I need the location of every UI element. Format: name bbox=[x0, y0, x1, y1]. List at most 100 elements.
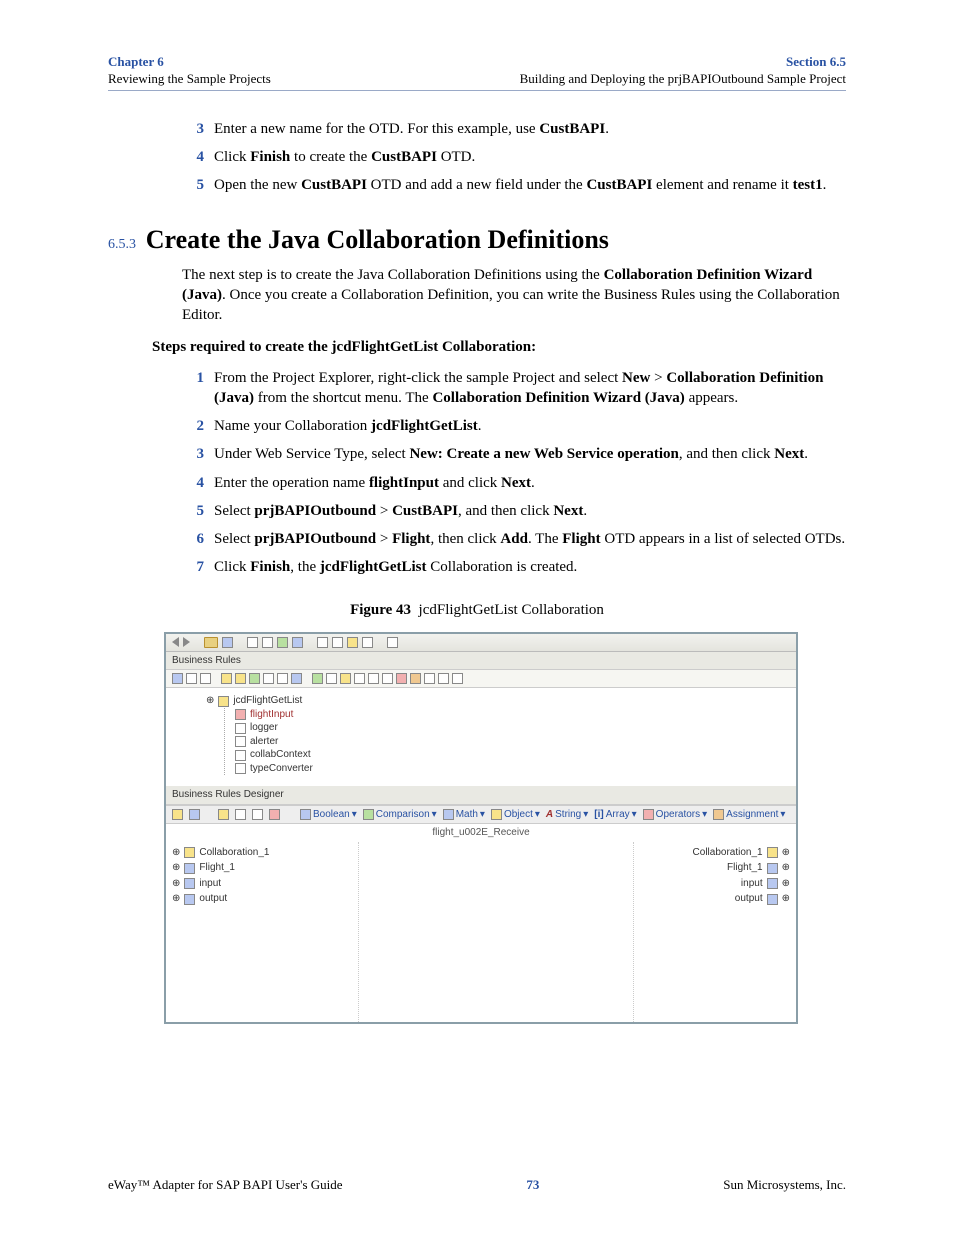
toolbar-icon[interactable] bbox=[247, 637, 258, 648]
designer-canvas[interactable] bbox=[358, 842, 634, 1022]
toolbar-icon[interactable] bbox=[186, 673, 197, 684]
expand-icon[interactable]: ⊕ bbox=[782, 877, 790, 891]
mapper-node[interactable]: ⊕ input bbox=[172, 877, 352, 891]
toolbar-icon[interactable] bbox=[249, 673, 260, 684]
mapper-node-label: Flight_1 bbox=[199, 861, 235, 875]
gear-icon bbox=[767, 847, 778, 858]
toolbar-icon[interactable] bbox=[235, 809, 246, 820]
toolbar-icon[interactable] bbox=[262, 637, 273, 648]
rules-tree: ⊕jcdFlightGetList flightInput logger ale… bbox=[166, 688, 796, 786]
tree-node[interactable]: logger bbox=[235, 721, 784, 735]
toolbar-icon[interactable] bbox=[340, 673, 351, 684]
toolbar-icon[interactable] bbox=[354, 673, 365, 684]
section-title: Create the Java Collaboration Definition… bbox=[146, 225, 609, 254]
mapper-node[interactable]: Collaboration_1⊕ bbox=[640, 846, 790, 860]
operators-icon bbox=[643, 809, 654, 820]
tree-node-label: flightInput bbox=[250, 708, 293, 722]
expand-icon[interactable]: ⊕ bbox=[172, 861, 180, 875]
open-icon[interactable] bbox=[204, 637, 218, 648]
toolbar-icon[interactable] bbox=[326, 673, 337, 684]
list-item: 1 From the Project Explorer, right-click… bbox=[182, 368, 846, 409]
expand-icon[interactable]: ⊕ bbox=[782, 846, 790, 860]
menu-string[interactable]: AString ▾ bbox=[546, 808, 588, 822]
menu-object[interactable]: Object ▾ bbox=[491, 808, 540, 822]
magnifier-icon[interactable] bbox=[200, 673, 211, 684]
mapper-node-label: input bbox=[199, 877, 221, 891]
toolbar-icon[interactable] bbox=[438, 673, 449, 684]
editor-toolbar bbox=[166, 634, 796, 652]
math-icon bbox=[443, 809, 454, 820]
list-item: 5 Open the new CustBAPI OTD and add a ne… bbox=[182, 175, 846, 195]
warning-icon[interactable] bbox=[410, 673, 421, 684]
toolbar-icon[interactable] bbox=[382, 673, 393, 684]
expand-icon[interactable]: ⊕ bbox=[172, 877, 180, 891]
toolbar-icon[interactable] bbox=[291, 673, 302, 684]
toolbar-icon[interactable] bbox=[362, 637, 373, 648]
section-number: 6.5.3 bbox=[108, 237, 136, 252]
mapper-node-label: output bbox=[735, 892, 763, 906]
save-icon[interactable] bbox=[222, 637, 233, 648]
toolbar-icon[interactable] bbox=[396, 673, 407, 684]
nav-back-icon[interactable] bbox=[172, 637, 179, 647]
mapper-node[interactable]: input ⊕ bbox=[640, 877, 790, 891]
node-icon bbox=[184, 863, 195, 874]
expand-icon[interactable]: ⊕ bbox=[206, 694, 214, 708]
tree-node[interactable]: collabContext bbox=[235, 748, 784, 762]
menu-assignment[interactable]: Assignment ▾ bbox=[713, 808, 785, 822]
node-icon bbox=[235, 750, 246, 761]
toolbar-icon[interactable] bbox=[189, 809, 200, 820]
expand-icon[interactable]: ⊕ bbox=[782, 861, 790, 875]
toolbar-icon[interactable] bbox=[218, 809, 229, 820]
list-item: 4 Enter the operation name flightInput a… bbox=[182, 473, 846, 493]
tree-node[interactable]: flightInput bbox=[235, 708, 784, 722]
node-icon bbox=[235, 736, 246, 747]
tree-node[interactable]: alerter bbox=[235, 735, 784, 749]
toolbar-icon[interactable] bbox=[424, 673, 435, 684]
toolbar-icon[interactable] bbox=[368, 673, 379, 684]
toolbar-icon[interactable] bbox=[277, 673, 288, 684]
mapper-node[interactable]: ⊕output bbox=[172, 892, 352, 906]
menu-array[interactable]: [i]Array ▾ bbox=[594, 808, 636, 822]
section-heading: 6.5.3 Create the Java Collaboration Defi… bbox=[108, 222, 846, 257]
toolbar-icon[interactable] bbox=[172, 673, 183, 684]
chapter-label: Chapter 6 bbox=[108, 54, 271, 71]
mapper-node[interactable]: ⊕ Flight_1 bbox=[172, 861, 352, 875]
toolbar-icon[interactable] bbox=[252, 809, 263, 820]
toolbar-icon[interactable] bbox=[172, 809, 183, 820]
toolbar-icon[interactable] bbox=[317, 637, 328, 648]
page-footer: eWay™ Adapter for SAP BAPI User's Guide … bbox=[108, 1177, 846, 1193]
section-subtitle: Building and Deploying the prjBAPIOutbou… bbox=[520, 71, 846, 88]
mapper-node[interactable]: output ⊕ bbox=[640, 892, 790, 906]
footer-left: eWay™ Adapter for SAP BAPI User's Guide bbox=[108, 1177, 343, 1193]
tree-root[interactable]: ⊕jcdFlightGetList bbox=[206, 694, 784, 708]
paragraph: The next step is to create the Java Coll… bbox=[182, 265, 846, 326]
business-rules-panel-label: Business Rules bbox=[166, 652, 796, 671]
step-number: 3 bbox=[182, 119, 204, 139]
mapper-node[interactable]: Flight_1⊕ bbox=[640, 861, 790, 875]
menu-boolean[interactable]: Boolean ▾ bbox=[300, 808, 357, 822]
toolbar-icon[interactable] bbox=[332, 637, 343, 648]
toolbar-icon[interactable] bbox=[452, 673, 463, 684]
expand-icon[interactable]: ⊕ bbox=[172, 846, 180, 860]
menu-math[interactable]: Math ▾ bbox=[443, 808, 485, 822]
delete-icon[interactable] bbox=[269, 809, 280, 820]
toolbar-icon[interactable] bbox=[235, 673, 246, 684]
menu-operators[interactable]: Operators ▾ bbox=[643, 808, 708, 822]
tree-children: flightInput logger alerter collabContext… bbox=[224, 708, 784, 776]
expand-icon[interactable]: ⊕ bbox=[172, 892, 180, 906]
toolbar-icon[interactable] bbox=[312, 673, 323, 684]
toolbar-icon[interactable] bbox=[387, 637, 398, 648]
mapper-node-label: input bbox=[741, 877, 763, 891]
nav-forward-icon[interactable] bbox=[183, 637, 190, 647]
object-icon bbox=[491, 809, 502, 820]
tree-node[interactable]: typeConverter bbox=[235, 762, 784, 776]
expand-icon[interactable]: ⊕ bbox=[782, 892, 790, 906]
toolbar-icon[interactable] bbox=[277, 637, 288, 648]
toolbar-icon[interactable] bbox=[292, 637, 303, 648]
step-number: 3 bbox=[182, 444, 204, 464]
toolbar-icon[interactable] bbox=[221, 673, 232, 684]
mapper-node[interactable]: ⊕Collaboration_1 bbox=[172, 846, 352, 860]
menu-comparison[interactable]: Comparison ▾ bbox=[363, 808, 437, 822]
toolbar-icon[interactable] bbox=[347, 637, 358, 648]
toolbar-icon[interactable] bbox=[263, 673, 274, 684]
